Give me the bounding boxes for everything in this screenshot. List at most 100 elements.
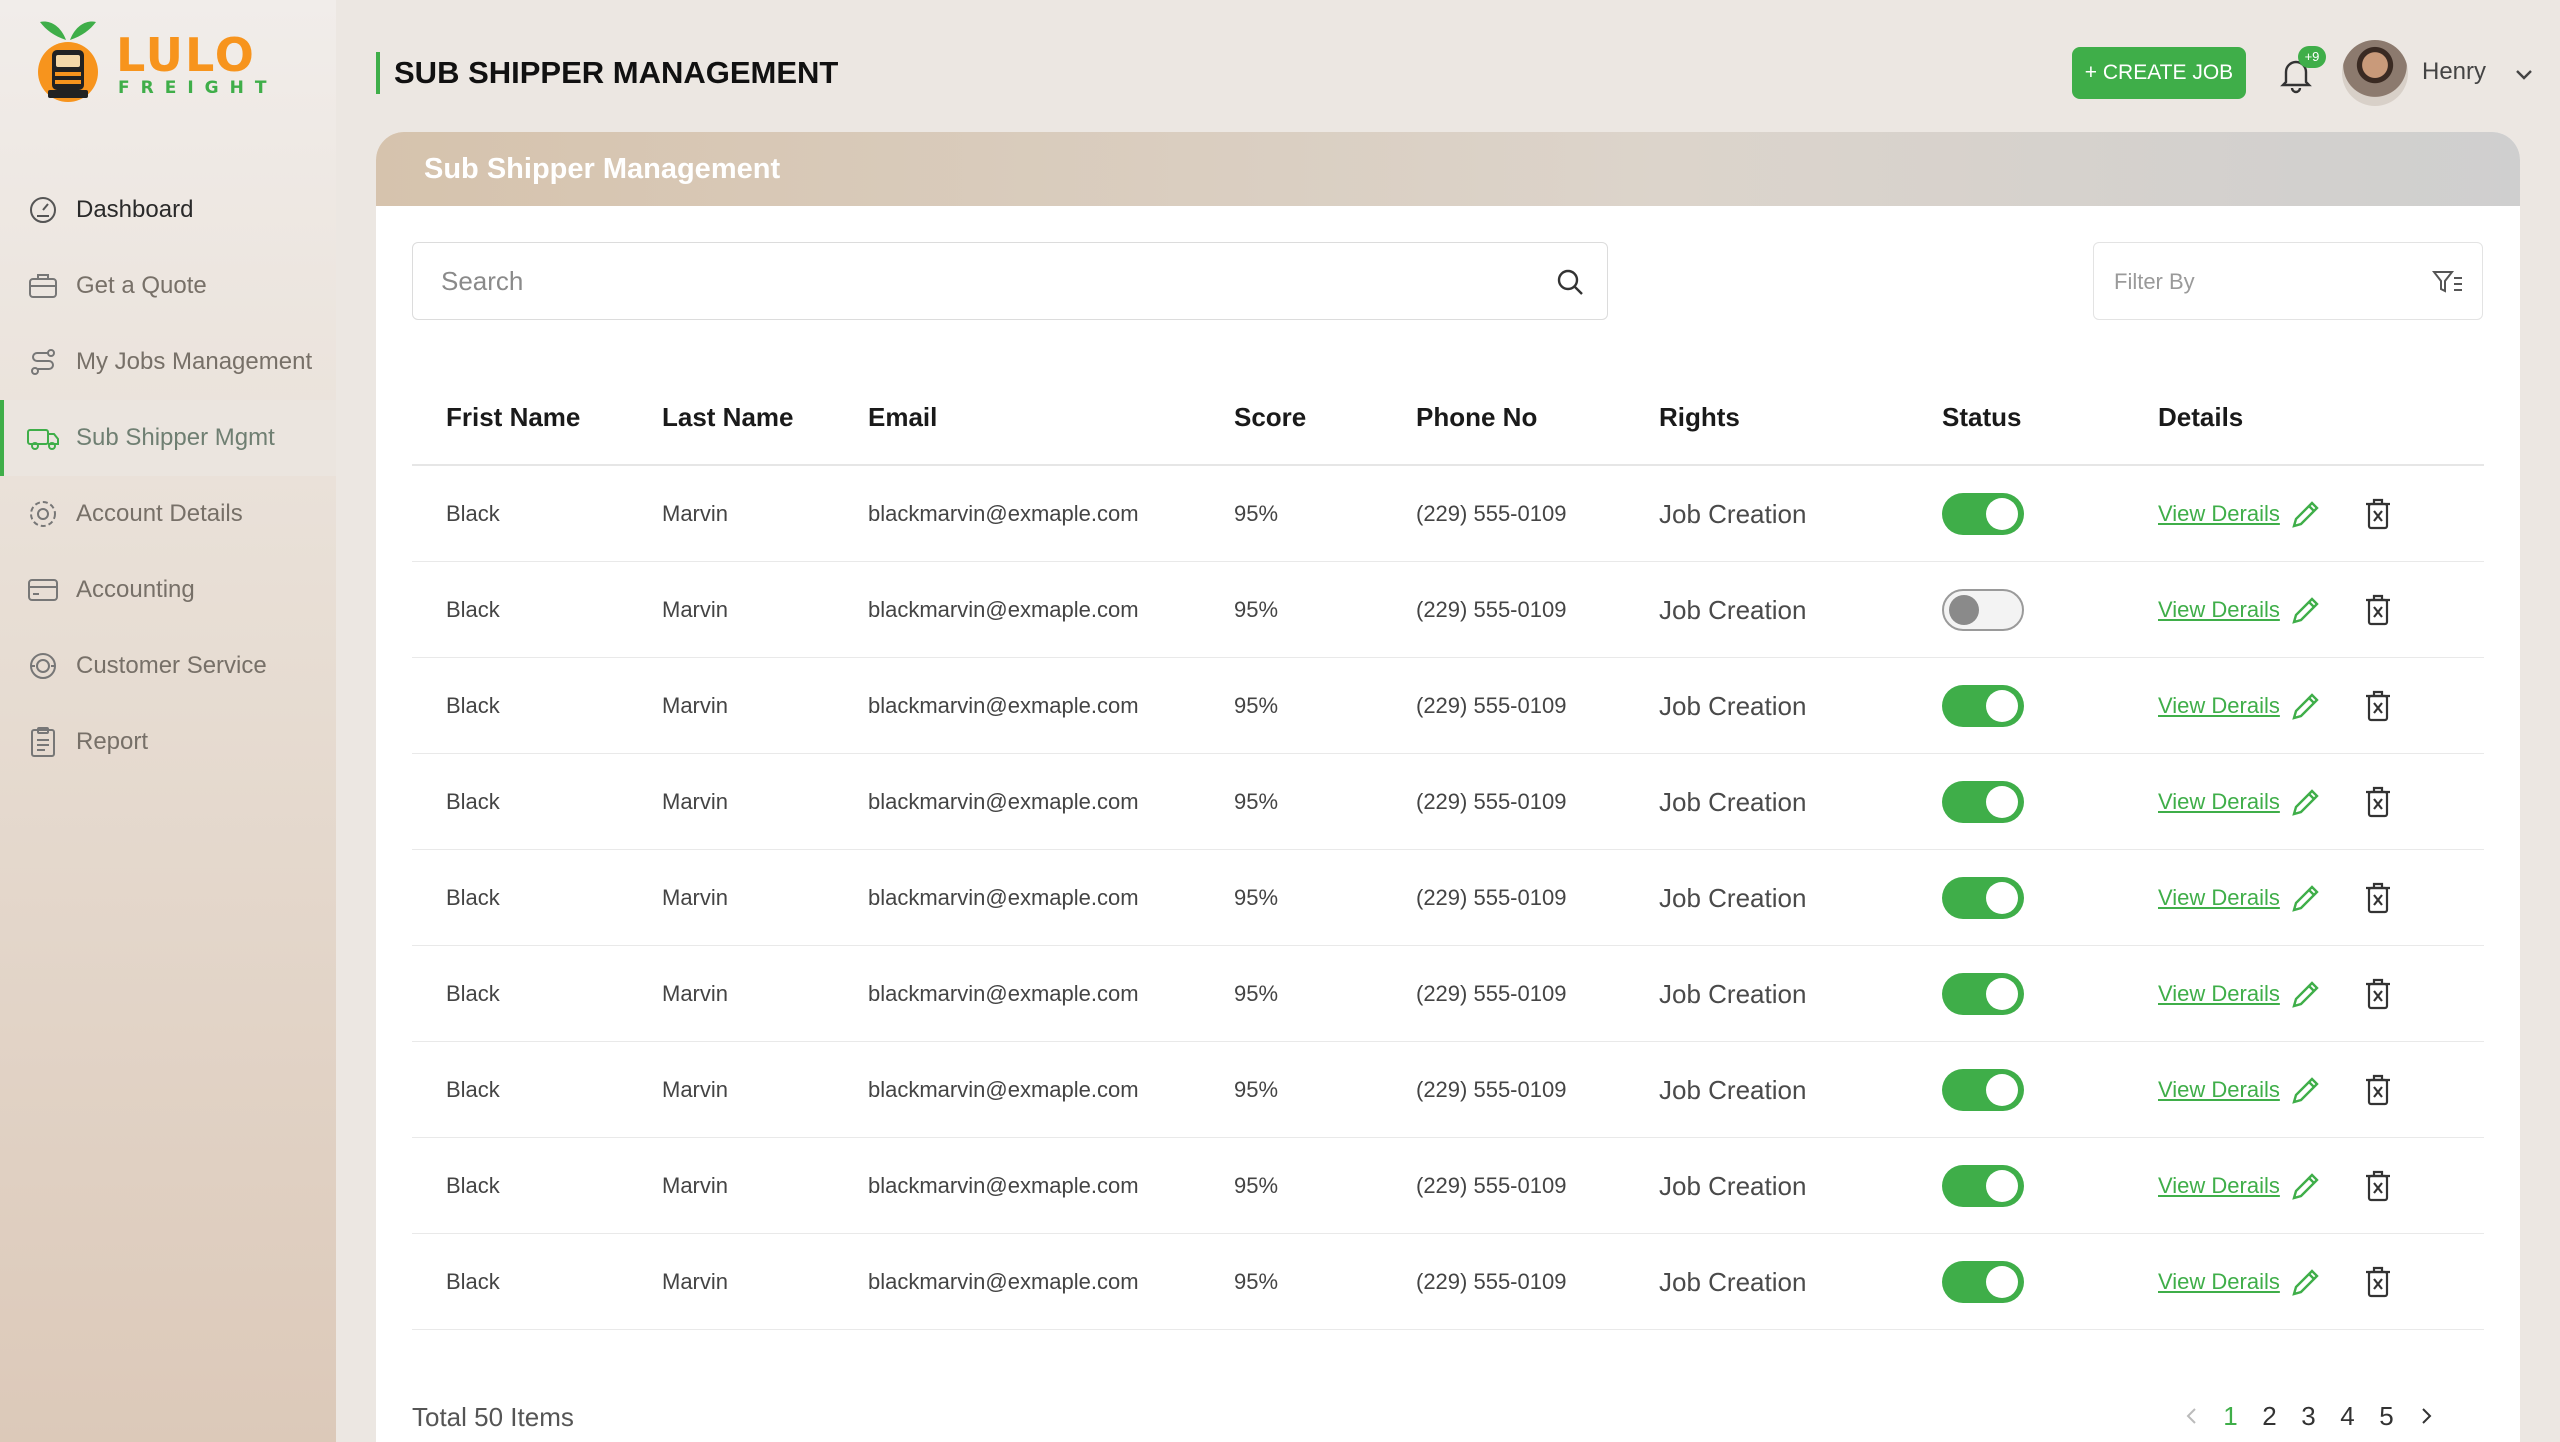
score-cell: 95% (1234, 789, 1279, 814)
view-details-link[interactable]: View Derails (2158, 946, 2280, 1042)
rights-cell: Job Creation (1659, 499, 1807, 529)
phone-cell: (229) 555-0109 (1416, 981, 1567, 1006)
pencil-icon[interactable] (2288, 688, 2324, 724)
card-icon (26, 573, 60, 607)
page-button-3[interactable]: 3 (2289, 1401, 2328, 1432)
toggle-knob (1986, 882, 2018, 914)
first-name-cell: Black (446, 1077, 500, 1102)
trash-icon[interactable] (2362, 1168, 2394, 1204)
pagination: 1 2 3 4 5 (2172, 1398, 2445, 1434)
phone-cell: (229) 555-0109 (1416, 789, 1567, 814)
sidebar-item-label: Account Details (76, 500, 243, 527)
trash-icon[interactable] (2362, 784, 2394, 820)
email-cell: blackmarvin@exmaple.com (868, 1173, 1139, 1198)
status-toggle[interactable] (1942, 493, 2024, 535)
status-toggle[interactable] (1942, 1069, 2024, 1111)
first-name-cell: Black (446, 597, 500, 622)
toggle-knob (1986, 498, 2018, 530)
avatar[interactable] (2342, 40, 2408, 106)
view-details-link[interactable]: View Derails (2158, 1234, 2280, 1330)
status-toggle[interactable] (1942, 781, 2024, 823)
trash-icon[interactable] (2362, 1072, 2394, 1108)
score-cell: 95% (1234, 885, 1279, 910)
prev-page-button[interactable] (2172, 1398, 2211, 1434)
trash-icon[interactable] (2362, 976, 2394, 1012)
page-button-5[interactable]: 5 (2367, 1401, 2406, 1432)
pencil-icon[interactable] (2288, 784, 2324, 820)
create-job-button[interactable]: + CREATE JOB (2072, 47, 2246, 99)
phone-cell: (229) 555-0109 (1416, 885, 1567, 910)
score-cell: 95% (1234, 981, 1279, 1006)
gear-icon (26, 497, 60, 531)
status-toggle[interactable] (1942, 589, 2024, 631)
view-details-link[interactable]: View Derails (2158, 850, 2280, 946)
toggle-knob (1986, 978, 2018, 1010)
user-name[interactable]: Henry (2422, 58, 2486, 86)
rights-cell: Job Creation (1659, 1171, 1807, 1201)
status-toggle[interactable] (1942, 973, 2024, 1015)
sidebar-item-sub-shipper-mgmt[interactable]: Sub Shipper Mgmt (0, 400, 336, 476)
pencil-icon[interactable] (2288, 880, 2324, 916)
last-name-cell: Marvin (662, 501, 729, 526)
score-cell: 95% (1234, 693, 1279, 718)
sidebar-item-accounting[interactable]: Accounting (0, 552, 336, 628)
next-page-button[interactable] (2406, 1398, 2445, 1434)
search-icon[interactable] (1555, 267, 1585, 297)
page-button-1[interactable]: 1 (2211, 1401, 2250, 1432)
brand-logo[interactable]: LULO FREIGHT (30, 10, 270, 110)
pencil-icon[interactable] (2288, 1264, 2324, 1300)
view-details-link[interactable]: View Derails (2158, 658, 2280, 754)
total-items: Total 50 Items (412, 1402, 574, 1432)
trash-icon[interactable] (2362, 880, 2394, 916)
view-details-link[interactable]: View Derails (2158, 562, 2280, 658)
first-name-cell: Black (446, 501, 500, 526)
search-input[interactable] (441, 243, 1521, 319)
table-row: Black Marvin blackmarvin@exmaple.com 95% (22… (412, 466, 2484, 562)
status-toggle[interactable] (1942, 1261, 2024, 1303)
chevron-down-icon[interactable] (2512, 62, 2536, 86)
sidebar-item-label: My Jobs Management (76, 348, 313, 375)
brand-tagline: FREIGHT (118, 78, 278, 98)
toggle-knob (1986, 1170, 2018, 1202)
sidebar-item-customer-service[interactable]: Customer Service (0, 628, 336, 704)
phone-cell: (229) 555-0109 (1416, 597, 1567, 622)
column-header: Email (868, 402, 938, 432)
sidebar-item-my-jobs-management[interactable]: My Jobs Management (0, 324, 336, 400)
pencil-icon[interactable] (2288, 1072, 2324, 1108)
table-row: Black Marvin blackmarvin@exmaple.com 95% (22… (412, 1042, 2484, 1138)
score-cell: 95% (1234, 1173, 1279, 1198)
score-cell: 95% (1234, 1077, 1279, 1102)
view-details-link[interactable]: View Derails (2158, 1042, 2280, 1138)
trash-icon[interactable] (2362, 496, 2394, 532)
pencil-icon[interactable] (2288, 976, 2324, 1012)
trash-icon[interactable] (2362, 592, 2394, 628)
search-box[interactable] (412, 242, 1608, 320)
table-row: Black Marvin blackmarvin@exmaple.com 95% (22… (412, 946, 2484, 1042)
filter-dropdown[interactable]: Filter By (2093, 242, 2483, 320)
trash-icon[interactable] (2362, 688, 2394, 724)
email-cell: blackmarvin@exmaple.com (868, 597, 1139, 622)
rights-cell: Job Creation (1659, 595, 1807, 625)
sidebar-item-report[interactable]: Report (0, 704, 336, 780)
first-name-cell: Black (446, 885, 500, 910)
trash-icon[interactable] (2362, 1264, 2394, 1300)
pencil-icon[interactable] (2288, 592, 2324, 628)
page-button-4[interactable]: 4 (2328, 1401, 2367, 1432)
column-header: Phone No (1416, 402, 1538, 432)
table-row: Black Marvin blackmarvin@exmaple.com 95% (22… (412, 562, 2484, 658)
panel-title: Sub Shipper Management (376, 132, 2520, 206)
status-toggle[interactable] (1942, 685, 2024, 727)
last-name-cell: Marvin (662, 1173, 729, 1198)
page-button-2[interactable]: 2 (2250, 1401, 2289, 1432)
status-toggle[interactable] (1942, 877, 2024, 919)
view-details-link[interactable]: View Derails (2158, 754, 2280, 850)
view-details-link[interactable]: View Derails (2158, 1138, 2280, 1234)
pencil-icon[interactable] (2288, 1168, 2324, 1204)
page-title: SUB SHIPPER MANAGEMENT (376, 52, 838, 94)
sidebar-item-dashboard[interactable]: Dashboard (0, 172, 336, 248)
status-toggle[interactable] (1942, 1165, 2024, 1207)
sidebar-item-account-details[interactable]: Account Details (0, 476, 336, 552)
pencil-icon[interactable] (2288, 496, 2324, 532)
sidebar-item-get-a-quote[interactable]: Get a Quote (0, 248, 336, 324)
view-details-link[interactable]: View Derails (2158, 466, 2280, 562)
